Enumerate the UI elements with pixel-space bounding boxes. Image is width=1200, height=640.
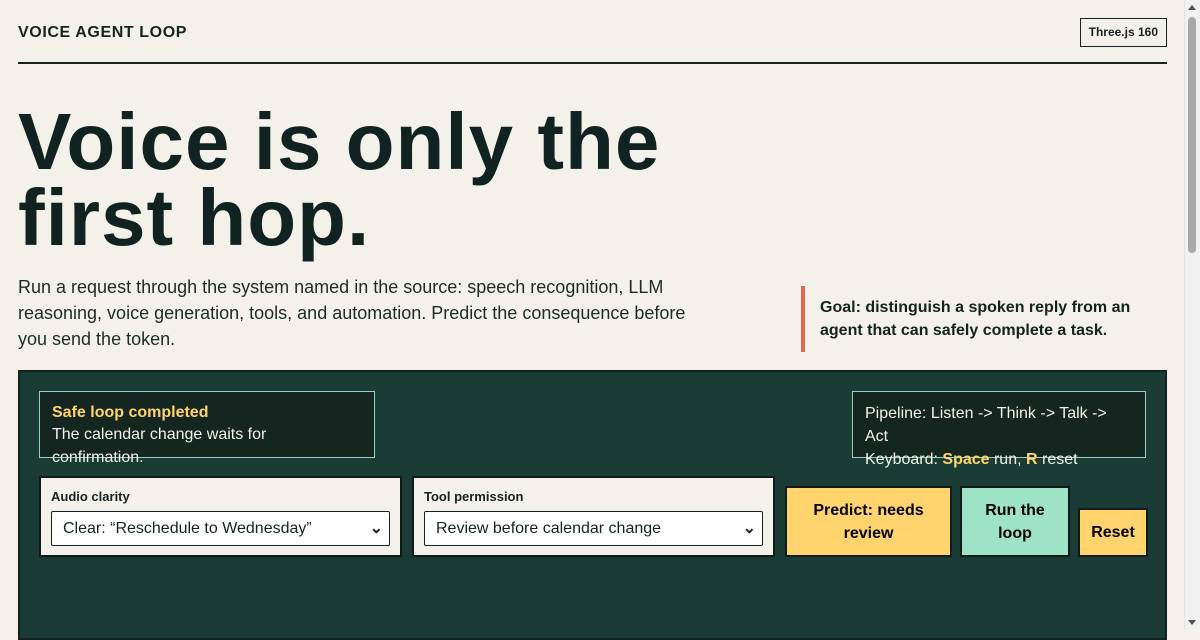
brand-title: VOICE AGENT LOOP: [18, 24, 188, 41]
status-title: Safe loop completed: [52, 404, 209, 421]
scroll-down-icon[interactable]: [1188, 620, 1196, 625]
tool-permission-select[interactable]: Review before calendar change ⌄: [424, 511, 763, 546]
page-scrollbar[interactable]: [1184, 0, 1200, 630]
reset-hint-text: reset: [1037, 451, 1078, 468]
audio-clarity-control: Audio clarity Clear: “Reschedule to Wedn…: [39, 476, 402, 557]
goal-callout: Goal: distinguish a spoken reply from an…: [801, 286, 1131, 352]
page: VOICE AGENT LOOP Three.js 160 Voice is o…: [18, 0, 1167, 640]
pipeline-info-panel: Pipeline: Listen -> Think -> Talk -> Act…: [852, 391, 1146, 468]
run-loop-button[interactable]: Run the loop: [960, 486, 1070, 557]
simulation-stage: Safe loop completed The calendar change …: [18, 370, 1167, 640]
tool-permission-label: Tool permission: [424, 489, 524, 504]
keyboard-hints: Keyboard: Space run, R reset: [865, 448, 1133, 471]
audio-clarity-value: Clear: “Reschedule to Wednesday”: [63, 520, 312, 537]
scroll-up-icon[interactable]: [1188, 5, 1196, 10]
space-key-hint: Space: [942, 451, 990, 468]
reset-button[interactable]: Reset: [1078, 508, 1148, 557]
status-message: The calendar change waits for confirmati…: [52, 426, 267, 466]
r-key-hint: R: [1026, 451, 1038, 468]
audio-clarity-label: Audio clarity: [51, 489, 130, 504]
scrollbar-thumb[interactable]: [1188, 17, 1196, 253]
audio-clarity-select[interactable]: Clear: “Reschedule to Wednesday” ⌄: [51, 511, 390, 546]
top-bar: VOICE AGENT LOOP Three.js 160: [18, 0, 1167, 64]
run-hint-text: run,: [989, 451, 1026, 468]
predict-button[interactable]: Predict: needs review: [785, 486, 952, 557]
chevron-down-icon: ⌄: [369, 520, 383, 537]
keyboard-label: Keyboard:: [865, 451, 943, 468]
chevron-down-icon: ⌄: [742, 520, 756, 537]
hero-description: Run a request through the system named i…: [18, 277, 686, 349]
version-badge: Three.js 160: [1079, 18, 1167, 47]
tool-permission-control: Tool permission Review before calendar c…: [412, 476, 775, 557]
pipeline-text: Pipeline: Listen -> Think -> Talk -> Act: [865, 405, 1107, 445]
tool-permission-value: Review before calendar change: [436, 520, 662, 537]
hero-title: Voice is only the first hop.: [18, 97, 661, 262]
status-panel: Safe loop completed The calendar change …: [39, 391, 375, 466]
